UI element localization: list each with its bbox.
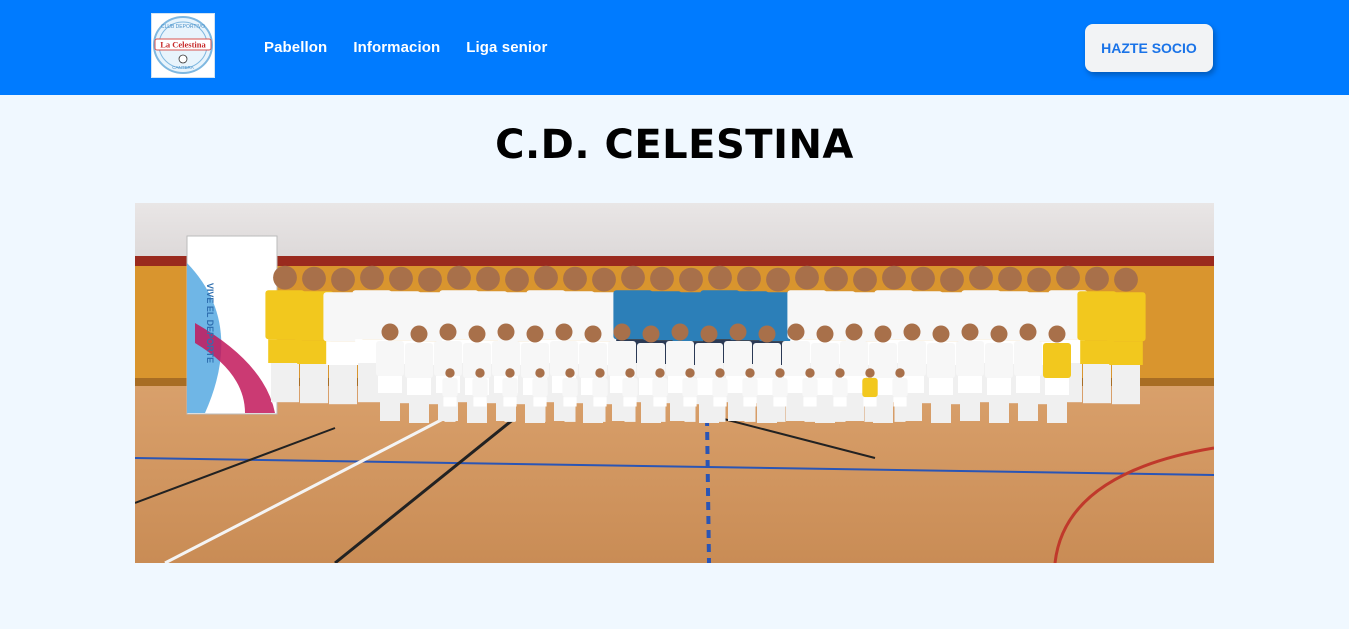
nav-link-liga-senior[interactable]: Liga senior [466,39,547,56]
svg-text:CLUB DEPORTIVO: CLUB DEPORTIVO [161,24,205,30]
team-photo-image: VIVE EL DEPORTE [135,203,1214,563]
nav-link-pabellon[interactable]: Pabellon [264,39,327,56]
club-logo[interactable]: CLUB DEPORTIVO La Celestina CANTERA [151,13,215,78]
nav-link-informacion[interactable]: Informacion [353,39,440,56]
hazte-socio-button[interactable]: HAZTE SOCIO [1085,24,1213,72]
main-nav: Pabellon Informacion Liga senior [264,0,573,95]
club-logo-image: CLUB DEPORTIVO La Celestina CANTERA [152,14,214,77]
top-navbar: CLUB DEPORTIVO La Celestina CANTERA Pabe… [0,0,1349,95]
svg-text:CANTERA: CANTERA [172,65,194,70]
svg-text:La Celestina: La Celestina [160,40,206,50]
svg-text:VIVE EL DEPORTE: VIVE EL DEPORTE [205,283,215,363]
team-photo: VIVE EL DEPORTE [135,203,1214,563]
page-title: C.D. CELESTINA [495,122,854,168]
